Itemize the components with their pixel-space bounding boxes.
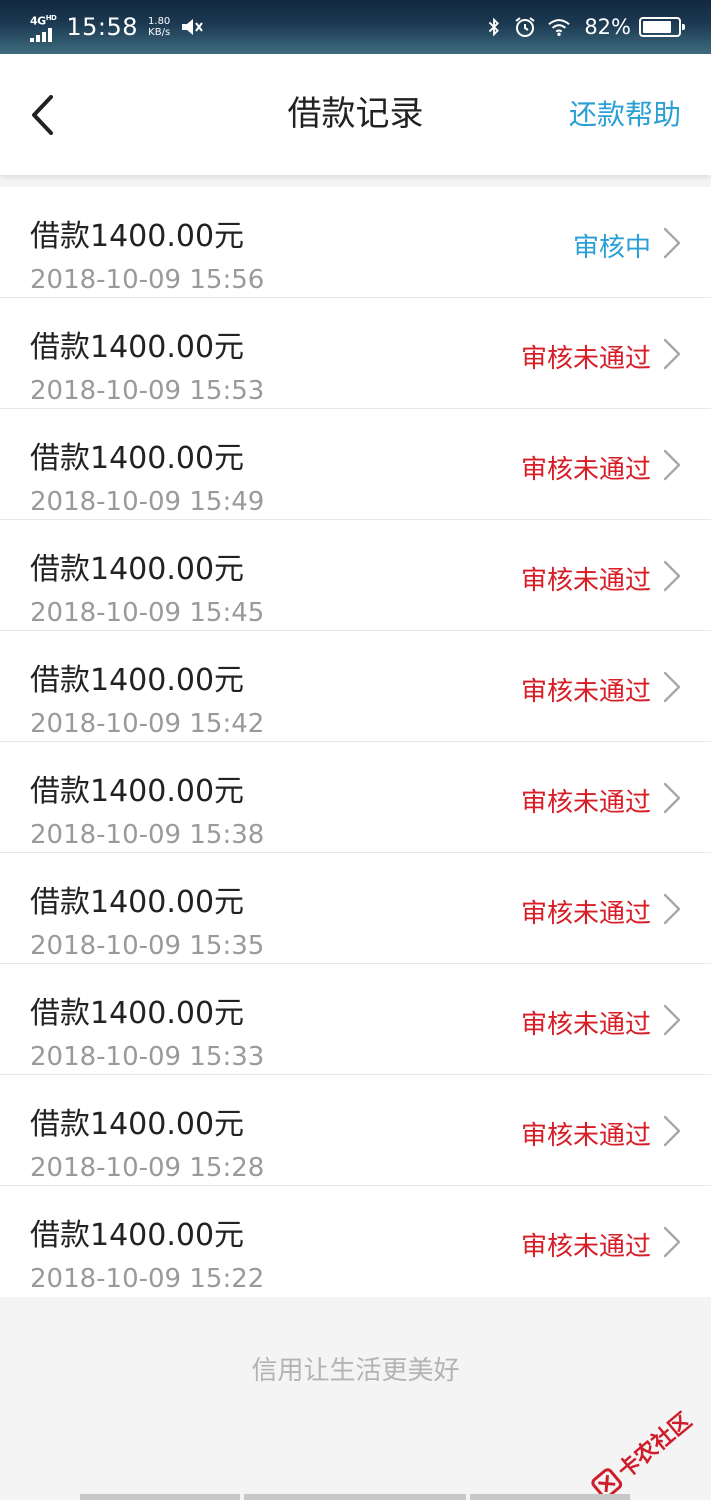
loan-amount: 借款1400.00元 — [30, 330, 245, 365]
battery-percent: 82% — [584, 15, 631, 39]
loan-status: 审核未通过 — [520, 788, 651, 818]
loan-amount: 借款1400.00元 — [30, 219, 245, 254]
chevron-right-icon — [663, 1115, 681, 1147]
chevron-right-icon — [663, 782, 681, 814]
loan-record-row[interactable]: 借款1400.00元 2018-10-09 15:22 审核未通过 — [0, 1186, 711, 1297]
wifi-icon — [548, 19, 571, 36]
loan-time: 2018-10-09 15:45 — [30, 598, 265, 628]
speed-value: 1.80 — [148, 16, 171, 27]
chevron-right-icon — [663, 1226, 681, 1258]
loan-time: 2018-10-09 15:35 — [30, 931, 265, 961]
footer: 信用让生活更美好 卡农社区 — [0, 1298, 711, 1500]
bottom-nav-hint — [0, 1494, 711, 1500]
loan-time: 2018-10-09 15:28 — [30, 1153, 265, 1183]
bluetooth-icon — [489, 17, 500, 37]
loan-record-row[interactable]: 借款1400.00元 2018-10-09 15:28 审核未通过 — [0, 1075, 711, 1186]
loan-amount: 借款1400.00元 — [30, 1107, 245, 1142]
loan-record-row[interactable]: 借款1400.00元 2018-10-09 15:45 审核未通过 — [0, 520, 711, 631]
loan-amount: 借款1400.00元 — [30, 552, 245, 587]
loan-amount: 借款1400.00元 — [30, 996, 245, 1031]
loan-amount: 借款1400.00元 — [30, 663, 245, 698]
back-arrow-icon — [32, 95, 53, 135]
loan-time: 2018-10-09 15:56 — [30, 265, 265, 295]
loan-record-list: 借款1400.00元 2018-10-09 15:56 审核中 借款1400.0… — [0, 187, 711, 1297]
chevron-right-icon — [663, 449, 681, 481]
repayment-help-link[interactable]: 还款帮助 — [569, 54, 681, 175]
alarm-icon — [515, 17, 535, 37]
network-type: 4G — [30, 14, 46, 28]
loan-record-row[interactable]: 借款1400.00元 2018-10-09 15:42 审核未通过 — [0, 631, 711, 742]
loan-record-row[interactable]: 借款1400.00元 2018-10-09 15:56 审核中 — [0, 187, 711, 298]
loan-time: 2018-10-09 15:38 — [30, 820, 265, 850]
network-speed: 1.80 KB/s — [148, 16, 170, 38]
mute-icon — [182, 19, 204, 35]
loan-amount: 借款1400.00元 — [30, 1218, 245, 1253]
chevron-right-icon — [663, 1004, 681, 1036]
speed-unit: KB/s — [148, 27, 171, 38]
chevron-right-icon — [663, 227, 681, 259]
battery-fill — [643, 21, 671, 33]
loan-amount: 借款1400.00元 — [30, 441, 245, 476]
loan-status: 审核未通过 — [520, 1121, 651, 1151]
back-button[interactable] — [22, 90, 62, 140]
loan-record-row[interactable]: 借款1400.00元 2018-10-09 15:38 审核未通过 — [0, 742, 711, 853]
loan-status: 审核中 — [572, 233, 651, 263]
chevron-right-icon — [663, 893, 681, 925]
chevron-right-icon — [663, 671, 681, 703]
loan-time: 2018-10-09 15:49 — [30, 487, 265, 517]
loan-status: 审核未通过 — [520, 1010, 651, 1040]
loan-status: 审核未通过 — [520, 1232, 651, 1262]
nav-bar: 借款记录 还款帮助 — [0, 54, 711, 175]
loan-time: 2018-10-09 15:22 — [30, 1264, 265, 1294]
loan-record-row[interactable]: 借款1400.00元 2018-10-09 15:35 审核未通过 — [0, 853, 711, 964]
chevron-right-icon — [663, 338, 681, 370]
loan-time: 2018-10-09 15:53 — [30, 376, 265, 406]
loan-status: 审核未通过 — [520, 344, 651, 374]
loan-status: 审核未通过 — [520, 899, 651, 929]
loan-time: 2018-10-09 15:42 — [30, 709, 265, 739]
status-bar-right: 82% — [486, 0, 685, 54]
signal-icon — [30, 28, 52, 43]
watermark-text: 卡农社区 — [613, 1408, 697, 1485]
chevron-right-icon — [663, 560, 681, 592]
status-time: 15:58 — [66, 13, 139, 41]
network-hd: HD — [45, 13, 57, 22]
battery-icon — [639, 17, 685, 37]
loan-record-row[interactable]: 借款1400.00元 2018-10-09 15:49 审核未通过 — [0, 409, 711, 520]
loan-amount: 借款1400.00元 — [30, 885, 245, 920]
status-bar-left: 4GHD 15:58 1.80 KB/s — [30, 0, 204, 54]
status-bar: 4GHD 15:58 1.80 KB/s 82% — [0, 0, 711, 54]
loan-record-row[interactable]: 借款1400.00元 2018-10-09 15:53 审核未通过 — [0, 298, 711, 409]
loan-status: 审核未通过 — [520, 455, 651, 485]
watermark: 卡农社区 — [587, 1404, 698, 1500]
footer-slogan: 信用让生活更美好 — [251, 1356, 460, 1386]
loan-record-row[interactable]: 借款1400.00元 2018-10-09 15:33 审核未通过 — [0, 964, 711, 1075]
loan-amount: 借款1400.00元 — [30, 774, 245, 809]
network-indicator: 4GHD — [30, 12, 57, 43]
loan-time: 2018-10-09 15:33 — [30, 1042, 265, 1072]
loan-status: 审核未通过 — [520, 566, 651, 596]
loan-status: 审核未通过 — [520, 677, 651, 707]
